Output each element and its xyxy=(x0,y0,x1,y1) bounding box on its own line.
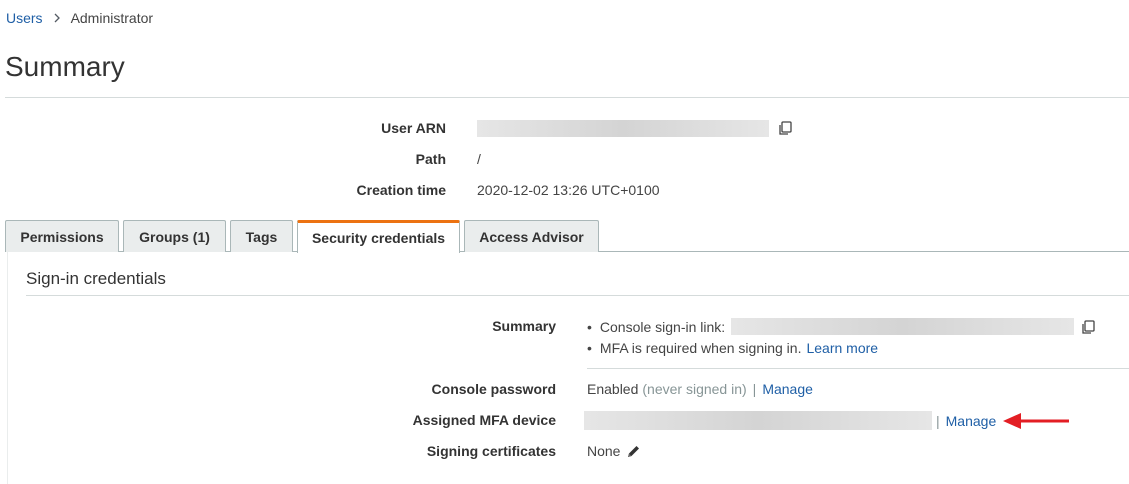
assigned-mfa-label: Assigned MFA device xyxy=(412,412,556,428)
divider xyxy=(5,97,1129,98)
signin-summary-list: • Console sign-in link: • MFA is require… xyxy=(587,316,1096,358)
breadcrumb-current: Administrator xyxy=(70,10,154,26)
certificates-value: None xyxy=(587,443,621,459)
user-arn-label: User ARN xyxy=(381,120,446,136)
separator: | xyxy=(936,412,940,429)
redacted-mfa-device xyxy=(584,411,932,430)
copy-icon[interactable] xyxy=(1080,319,1096,335)
manage-password-link[interactable]: Manage xyxy=(762,381,813,397)
arrow-left-icon xyxy=(1003,413,1069,429)
signing-certificates-value: None xyxy=(587,443,641,459)
tab-groups[interactable]: Groups (1) xyxy=(123,220,226,252)
redacted-arn xyxy=(477,119,769,137)
tab-bar: Permissions Groups (1) Tags Security cre… xyxy=(5,220,1129,253)
console-password-label: Console password xyxy=(431,381,556,397)
path-value: / xyxy=(477,151,481,167)
creation-time-row: Creation time 2020-12-02 13:26 UTC+0100 xyxy=(0,180,1129,200)
console-password-value: Enabled (never signed in) | Manage xyxy=(587,381,813,397)
divider xyxy=(26,295,1129,296)
pencil-icon[interactable] xyxy=(626,444,641,459)
mfa-required-text: MFA is required when signing in. xyxy=(599,339,802,356)
list-item: • Console sign-in link: xyxy=(587,316,1096,337)
tab-access-advisor[interactable]: Access Advisor xyxy=(464,220,599,252)
tab-tags[interactable]: Tags xyxy=(230,220,293,252)
bullet-icon: • xyxy=(587,339,592,356)
learn-more-link[interactable]: Learn more xyxy=(806,340,878,356)
breadcrumb-users-link[interactable]: Users xyxy=(6,10,43,26)
chevron-right-icon xyxy=(53,10,61,26)
divider xyxy=(587,368,1129,369)
user-arn-row: User ARN xyxy=(0,118,1129,138)
creation-time-label: Creation time xyxy=(356,182,446,198)
user-arn-value xyxy=(477,119,793,137)
signin-summary-label: Summary xyxy=(492,318,556,334)
password-status: Enabled xyxy=(587,381,639,397)
creation-time-value: 2020-12-02 13:26 UTC+0100 xyxy=(477,182,660,198)
copy-icon[interactable] xyxy=(777,120,793,136)
manage-mfa-link[interactable]: Manage xyxy=(946,413,997,429)
console-link-label: Console sign-in link: xyxy=(599,318,726,335)
path-row: Path / xyxy=(0,149,1129,169)
signing-certificates-label: Signing certificates xyxy=(426,443,556,459)
list-item: • MFA is required when signing in. Learn… xyxy=(587,337,1096,358)
tab-permissions[interactable]: Permissions xyxy=(5,220,119,252)
breadcrumb: Users Administrator xyxy=(6,10,153,26)
password-note: (never signed in) xyxy=(642,381,747,397)
signin-credentials-title: Sign-in credentials xyxy=(26,269,166,288)
bullet-icon: • xyxy=(587,318,592,335)
redacted-console-link xyxy=(731,318,1075,335)
assigned-mfa-value: | Manage xyxy=(584,411,996,430)
separator: | xyxy=(752,381,757,397)
page-title: Summary xyxy=(5,51,125,82)
tab-security-credentials[interactable]: Security credentials xyxy=(297,220,460,253)
path-label: Path xyxy=(415,151,446,167)
